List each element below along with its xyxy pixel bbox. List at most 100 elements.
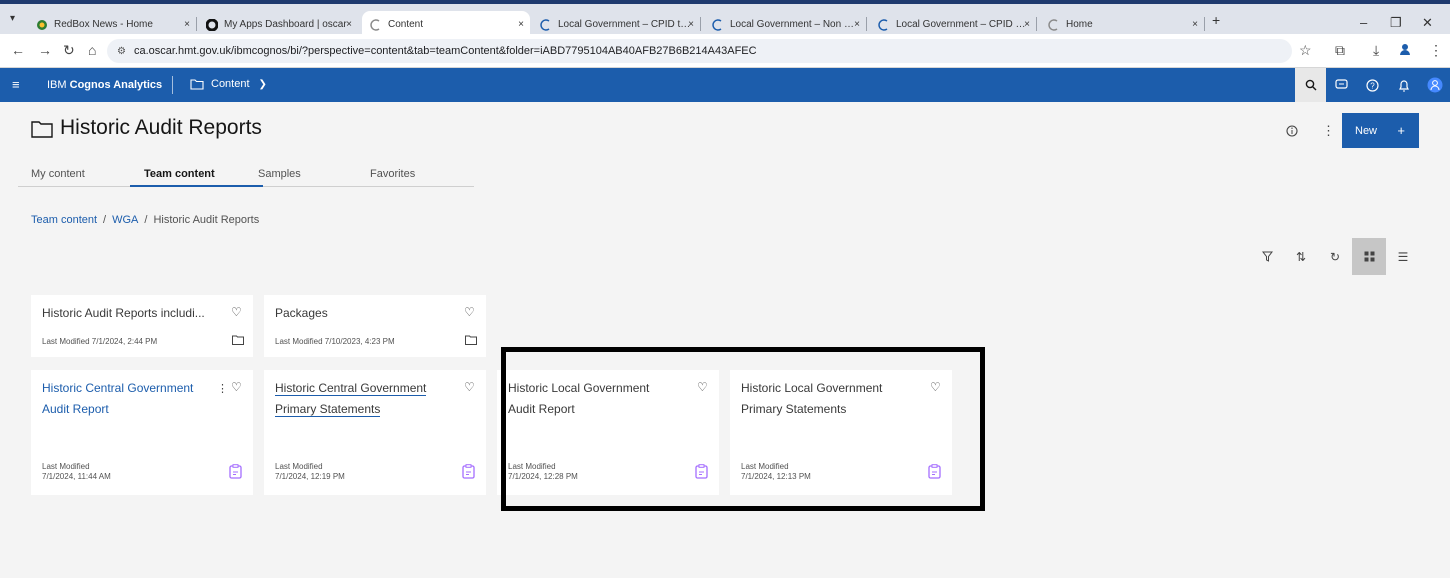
chevron-down-icon: ❯	[258, 78, 267, 90]
card-modified: Last Modified 7/1/2024, 2:44 PM	[42, 337, 158, 346]
favorite-heart-icon[interactable]: ♡	[231, 380, 242, 394]
search-icon[interactable]	[1295, 68, 1326, 102]
close-icon[interactable]: ×	[1024, 19, 1030, 30]
card-title[interactable]: Historic Central Government Primary Stat…	[275, 378, 427, 420]
redbox-icon	[36, 19, 48, 31]
tab-separator	[196, 17, 197, 31]
site-info-icon[interactable]: ⚙	[117, 46, 126, 57]
modified-value: 7/1/2024, 12:19 PM	[275, 472, 345, 481]
content-tabs: My content Team content Samples Favorite…	[18, 163, 474, 187]
folder-icon	[465, 335, 477, 345]
more-options-icon[interactable]: ⋮	[217, 382, 228, 395]
tab-my-content[interactable]: My content	[31, 168, 85, 180]
cognos-tab-icon	[712, 18, 724, 31]
minimize-icon[interactable]: –	[1360, 15, 1367, 30]
report-card[interactable]: Historic Central Government Audit Report…	[31, 370, 253, 495]
favorite-heart-icon[interactable]: ♡	[231, 305, 242, 319]
report-card[interactable]: Historic Central Government Primary Stat…	[264, 370, 486, 495]
card-title[interactable]: Historic Central Government Audit Report	[42, 378, 193, 420]
url-text: ca.oscar.hmt.gov.uk/ibmcognos/bi/?perspe…	[133, 45, 757, 57]
back-icon[interactable]: ←	[11, 42, 25, 58]
notification-bell-icon[interactable]	[1388, 68, 1419, 102]
folder-card[interactable]: Historic Audit Reports includi... ♡ Last…	[31, 295, 253, 357]
active-tab-indicator	[130, 185, 263, 187]
window-close-icon[interactable]: ✕	[1422, 15, 1433, 31]
browser-tab-title: Home	[1066, 19, 1093, 30]
close-icon[interactable]: ×	[1192, 19, 1198, 30]
okta-icon	[206, 18, 218, 31]
favorite-heart-icon[interactable]: ♡	[930, 380, 941, 394]
card-title[interactable]: Historic Local Government Primary Statem…	[741, 378, 882, 420]
url-field[interactable]: ⚙ ca.oscar.hmt.gov.uk/ibmcognos/bi/?pers…	[107, 39, 1292, 63]
browser-tab-strip: ▾ RedBox News - Home × My Apps Dashboard…	[0, 0, 1450, 38]
cognos-tab-icon	[370, 18, 382, 31]
bookmark-star-icon[interactable]: ☆	[1299, 42, 1312, 59]
favorite-heart-icon[interactable]: ♡	[464, 380, 475, 394]
card-title-line: Historic Local Government	[508, 381, 650, 395]
close-icon[interactable]: ×	[854, 19, 860, 30]
extensions-icon[interactable]: ⧉	[1335, 42, 1345, 59]
report-card[interactable]: Historic Local Government Primary Statem…	[730, 370, 952, 495]
refresh-icon[interactable]: ↻	[1318, 238, 1352, 275]
context-label: Content	[211, 78, 250, 90]
forward-icon[interactable]: →	[38, 42, 52, 58]
folder-card[interactable]: Packages ♡ Last Modified 7/10/2023, 4:23…	[264, 295, 486, 357]
restore-icon[interactable]: ❐	[1390, 15, 1402, 31]
plus-icon: +	[1397, 123, 1405, 138]
folder-icon	[31, 121, 53, 138]
report-card[interactable]: Historic Local Government Audit Report ♡…	[497, 370, 719, 495]
chat-icon[interactable]	[1326, 68, 1357, 102]
close-icon[interactable]: ×	[346, 19, 352, 30]
card-title-line: Audit Report	[42, 402, 109, 416]
favorite-heart-icon[interactable]: ♡	[697, 380, 708, 394]
close-icon[interactable]: ×	[184, 19, 190, 30]
home-icon[interactable]: ⌂	[88, 42, 96, 58]
cognos-header: ≡ IBM Cognos Analytics Content ❯ ?	[0, 68, 1450, 102]
cognos-tab-icon	[540, 18, 552, 31]
card-title: Packages	[275, 306, 328, 320]
svg-text:?: ?	[1370, 81, 1375, 90]
breadcrumb-wga[interactable]: WGA	[112, 214, 138, 226]
close-icon[interactable]: ×	[518, 19, 524, 30]
breadcrumb-team-content[interactable]: Team content	[31, 214, 97, 226]
tab-samples[interactable]: Samples	[258, 168, 301, 180]
card-title-line: Historic Local Government	[741, 381, 883, 395]
content-context-switcher[interactable]: Content ❯	[190, 78, 267, 90]
report-icon	[695, 464, 708, 479]
breadcrumb-separator: /	[103, 214, 107, 226]
user-avatar-icon[interactable]	[1419, 68, 1450, 102]
download-icon[interactable]: ⤓	[1373, 42, 1379, 59]
modified-label: Last Modified	[42, 462, 90, 471]
favorite-heart-icon[interactable]: ♡	[464, 305, 475, 319]
breadcrumb-current: Historic Audit Reports	[153, 214, 260, 226]
profile-icon[interactable]	[1399, 42, 1411, 58]
reload-icon[interactable]: ↻	[63, 42, 75, 59]
close-icon[interactable]: ×	[688, 19, 694, 30]
breadcrumb-separator: /	[144, 214, 148, 226]
new-button[interactable]: New +	[1342, 113, 1419, 148]
filter-icon[interactable]	[1250, 238, 1284, 275]
sort-icon[interactable]: ⇅	[1284, 238, 1318, 275]
list-view-icon[interactable]: ☰	[1386, 238, 1420, 275]
card-modified: Last Modified 7/10/2023, 4:23 PM	[275, 337, 395, 346]
more-options-icon[interactable]: ⋮	[1322, 123, 1335, 139]
new-tab-icon[interactable]: +	[1212, 12, 1220, 28]
tab-separator	[700, 17, 701, 31]
tab-team-content[interactable]: Team content	[144, 168, 215, 180]
grid-view-icon[interactable]	[1352, 238, 1386, 275]
folder-icon	[190, 78, 204, 90]
report-icon	[462, 464, 475, 479]
card-title: Historic Audit Reports includi...	[42, 306, 205, 320]
tab-search-chevron-icon[interactable]: ▾	[10, 13, 15, 24]
tab-favorites[interactable]: Favorites	[370, 168, 415, 180]
browser-menu-icon[interactable]: ⋮	[1429, 42, 1443, 59]
hamburger-menu-icon[interactable]: ≡	[12, 77, 20, 92]
card-title-line: Historic Central Government	[275, 381, 427, 396]
browser-tab-title: My Apps Dashboard | oscar	[224, 19, 347, 30]
tab-separator	[1204, 17, 1205, 31]
help-icon[interactable]: ?	[1357, 68, 1388, 102]
info-icon[interactable]	[1286, 125, 1298, 140]
folder-icon	[232, 335, 244, 345]
card-title[interactable]: Historic Local Government Audit Report	[508, 378, 649, 420]
browser-tab-title: Content	[388, 19, 424, 30]
